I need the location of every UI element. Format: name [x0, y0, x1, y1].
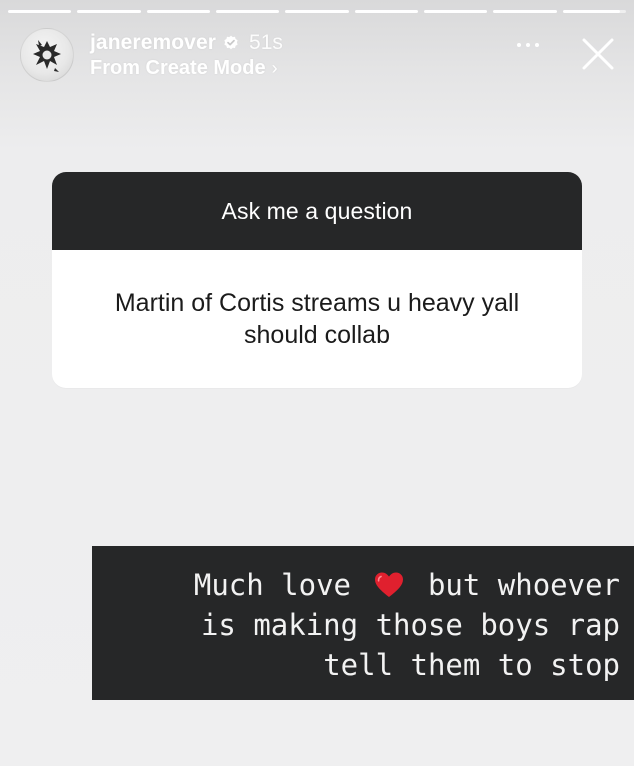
- reply-line-1-end: but whoever: [410, 568, 620, 602]
- story-progress-segment: [8, 10, 72, 13]
- story-progress-segment: [493, 10, 557, 13]
- more-horizontal-icon[interactable]: [510, 34, 546, 56]
- story-progress-segment: [354, 10, 418, 13]
- username[interactable]: janeremover: [90, 31, 216, 55]
- story-progress-segment: [215, 10, 280, 13]
- user-meta: janeremover 51s From Create Mode ›: [90, 30, 283, 80]
- red-heart-icon: [375, 572, 404, 597]
- avatar[interactable]: [20, 28, 74, 82]
- reply-line-2: is making those boys rap: [200, 608, 620, 642]
- story-view: janeremover 51s From Create Mode › Ask m…: [0, 0, 634, 766]
- story-progress-segment: [77, 10, 141, 13]
- question-prompt: Ask me a question: [52, 172, 582, 250]
- story-progress-fill: [562, 10, 620, 13]
- story-progress-fill: [146, 10, 210, 13]
- verified-badge-icon: [223, 35, 239, 51]
- story-progress-segment: [423, 10, 488, 13]
- story-progress-fill: [423, 10, 488, 13]
- chevron-right-icon: ›: [271, 58, 278, 78]
- question-text: Martin of Cortis streams u heavy yall sh…: [114, 289, 520, 349]
- reply-text-box: Much love but whoever is making those bo…: [92, 546, 634, 700]
- story-progress-bar: [8, 10, 626, 13]
- close-icon[interactable]: [580, 36, 616, 72]
- create-mode-label: From Create Mode: [90, 57, 266, 79]
- story-progress-fill: [285, 10, 349, 13]
- story-progress-fill: [493, 10, 557, 13]
- story-progress-fill: [8, 10, 72, 13]
- question-sticker[interactable]: Ask me a question Martin of Cortis strea…: [52, 172, 582, 388]
- story-progress-fill: [215, 10, 280, 13]
- story-header: janeremover 51s From Create Mode ›: [20, 28, 283, 82]
- story-progress-segment: [562, 10, 626, 13]
- story-progress-segment: [285, 10, 349, 13]
- story-progress-fill: [77, 10, 141, 13]
- story-progress-fill: [354, 10, 418, 13]
- name-row: janeremover 51s: [90, 30, 283, 56]
- reply-line-1-start: Much love: [193, 568, 369, 602]
- story-timestamp: 51s: [249, 31, 283, 54]
- story-progress-segment: [146, 10, 210, 13]
- create-mode-link[interactable]: From Create Mode ›: [90, 57, 283, 80]
- reply-line-1: Much love but whoever: [92, 565, 620, 605]
- avatar-icon: [33, 40, 61, 72]
- reply-line-3: tell them to stop: [323, 648, 620, 682]
